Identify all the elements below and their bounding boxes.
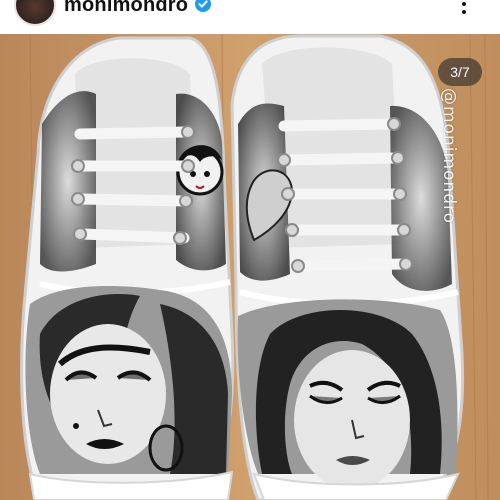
left-shoe bbox=[20, 36, 235, 500]
post-header: monimondro bbox=[0, 0, 500, 34]
carousel-counter: 3/7 bbox=[438, 58, 482, 86]
more-options-icon[interactable] bbox=[452, 0, 476, 16]
verified-badge-icon bbox=[195, 0, 211, 12]
post-image[interactable] bbox=[0, 34, 500, 500]
watermark: @monimondro bbox=[437, 88, 461, 250]
avatar[interactable] bbox=[14, 0, 56, 26]
username[interactable]: monimondro bbox=[64, 0, 188, 17]
watermark-text: @monimondro bbox=[439, 88, 459, 225]
right-shoe bbox=[230, 34, 465, 500]
